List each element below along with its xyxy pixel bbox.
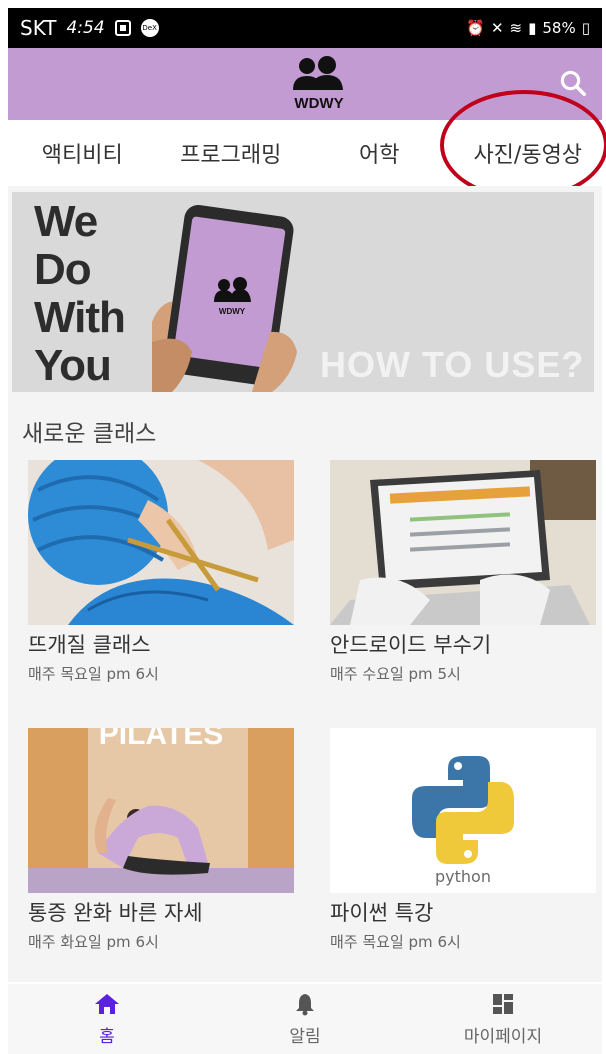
class-thumbnail [330,460,596,625]
category-tabs: 액티비티 프로그래밍 어학 사진/동영상 [8,120,602,186]
signal-icon: ▮ [528,19,537,37]
tab-activity[interactable]: 액티비티 [8,137,157,169]
app-logo: WDWY [293,56,344,112]
slogan-line: With [34,293,126,342]
status-bar: SKT 4:54 DeX ⏰ ✕ ≋ ▮ 58% ▯ [8,8,602,48]
tab-photo-video[interactable]: 사진/동영상 [454,137,603,169]
class-schedule: 매주 수요일 pm 5시 [330,665,461,683]
battery-level: 58% [542,19,576,37]
logo-text: WDWY [294,95,343,112]
banner[interactable]: We Do With You WDWY HOW TO USE? [12,192,594,392]
section-title: 새로운 클래스 [22,421,157,447]
class-schedule: 매주 목요일 pm 6시 [330,933,461,951]
bell-icon [296,993,314,1015]
nav-label: 마이페이지 [463,1026,543,1047]
class-card-pilates[interactable]: PILATES 통증 완화 바른 자세 매주 화요일 pm 6시 [28,728,294,952]
app-bar: WDWY [8,48,602,120]
class-title: 파이썬 특강 [330,901,434,925]
tab-language[interactable]: 어학 [305,137,454,169]
class-title: 통증 완화 바른 자세 [28,901,203,925]
class-card-android[interactable]: 안드로이드 부수기 매주 수요일 pm 5시 [330,460,596,684]
tab-programming[interactable]: 프로그래밍 [157,137,306,169]
class-title: 뜨개질 클래스 [28,633,151,657]
bottom-nav: 홈 알림 마이페이지 [8,984,602,1054]
dex-icon: DeX [140,19,159,37]
nav-mypage[interactable]: 마이페이지 [413,992,593,1047]
notification-icon [114,20,131,36]
class-thumbnail: python [330,728,596,893]
class-title: 안드로이드 부수기 [330,633,492,657]
class-schedule: 매주 목요일 pm 6시 [28,665,159,683]
class-thumbnail [28,460,294,625]
banner-slogan: We Do With You [34,197,126,390]
how-to-use-text: HOW TO USE? [320,344,585,385]
class-card-knitting[interactable]: 뜨개질 클래스 매주 목요일 pm 6시 [28,460,294,684]
nav-label: 알림 [289,1026,321,1047]
class-schedule: 매주 화요일 pm 6시 [28,933,159,951]
slogan-line: Do [34,245,92,294]
clock: 4:54 [66,18,105,38]
nav-home[interactable]: 홈 [17,992,197,1047]
mute-icon: ✕ [490,19,504,37]
slogan-line: You [34,341,112,390]
pilates-image-text: PILATES [99,728,223,751]
phone-logo-text: WDWY [219,307,246,316]
class-card-python[interactable]: python 파이썬 특강 매주 목요일 pm 6시 [330,728,596,952]
class-thumbnail: PILATES [28,728,294,893]
battery-icon: ▯ [581,19,590,37]
phone-illustration: WDWY [152,204,297,392]
nav-notifications[interactable]: 알림 [215,992,395,1047]
dashboard-icon [493,993,513,1014]
python-image-text: python [435,867,491,886]
slogan-line: We [34,197,98,246]
home-icon [95,993,119,1014]
alarm-icon: ⏰ [466,19,485,37]
nav-label: 홈 [99,1026,115,1047]
carrier-label: SKT [20,16,57,40]
search-icon[interactable] [558,68,588,98]
wifi-icon: ≋ [509,19,523,37]
